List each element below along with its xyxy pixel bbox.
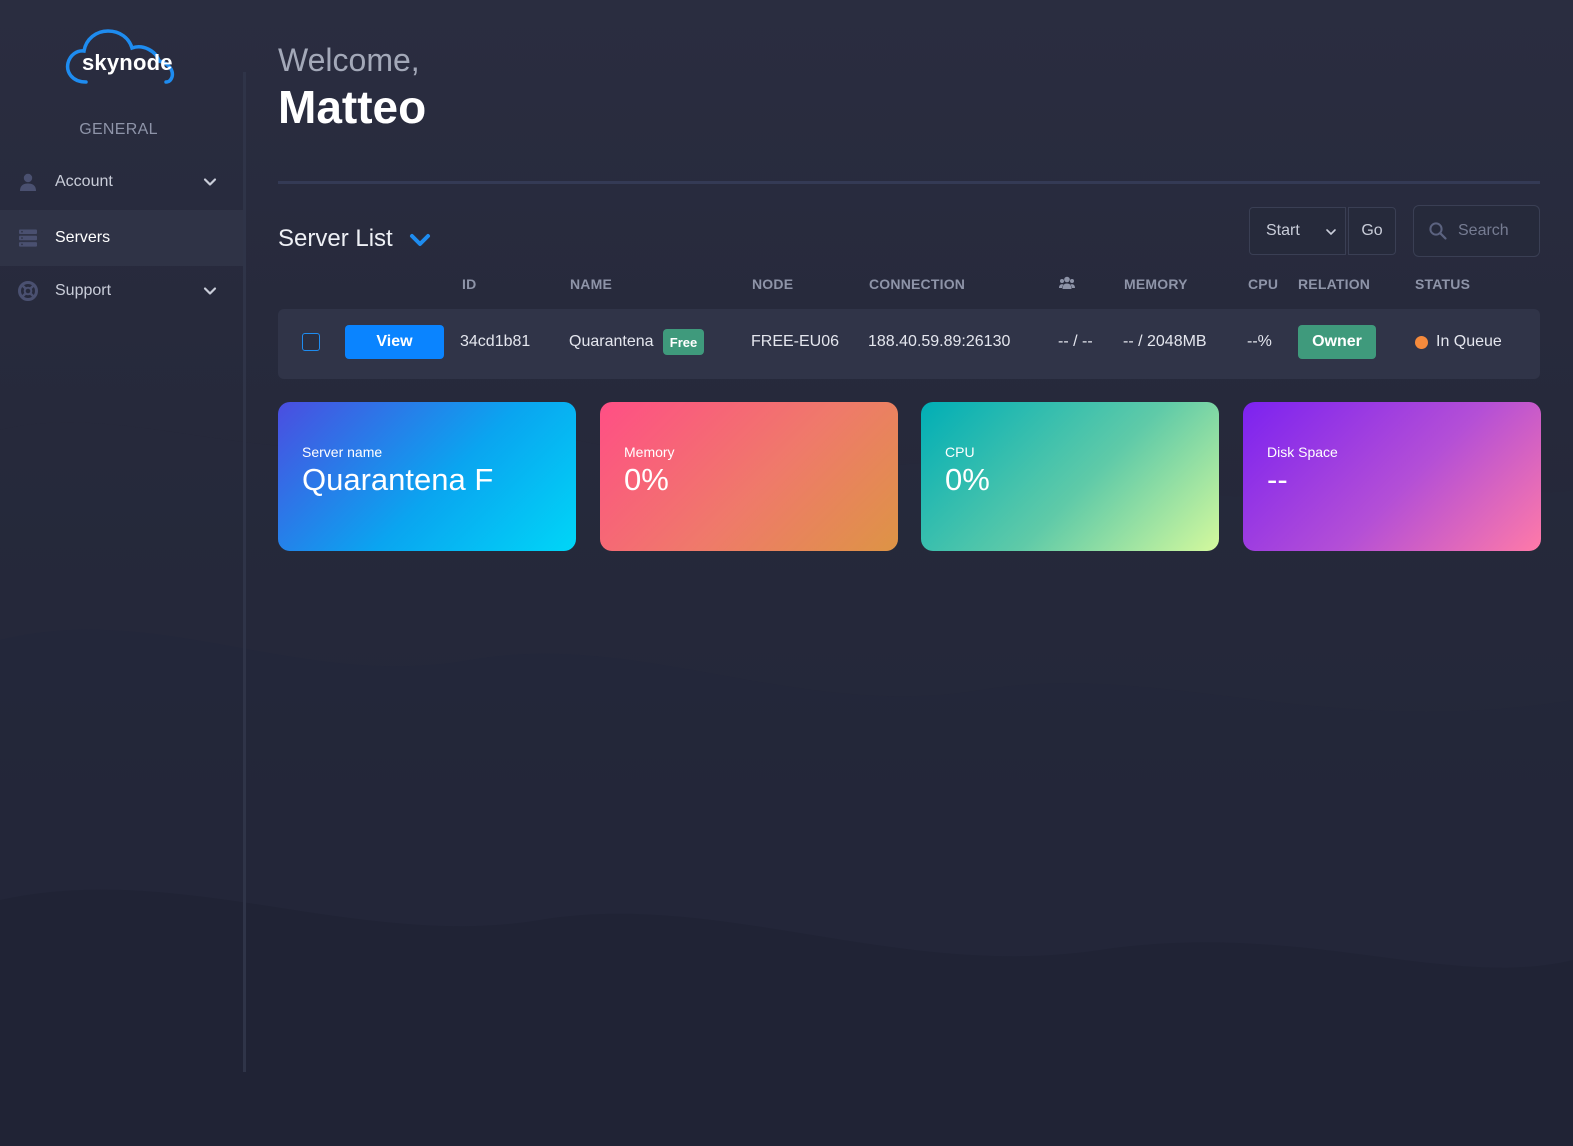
server-name: Quarantena [569,333,654,350]
column-header-cpu: CPU [1248,276,1279,292]
card-label: Memory [624,444,675,460]
view-button[interactable]: View [345,325,444,359]
column-header-relation: RELATION [1298,276,1371,292]
chevron-down-icon [203,178,217,186]
server-memory: -- / 2048MB [1123,333,1207,350]
lifebuoy-icon [18,281,38,301]
server-list-title: Server List [278,225,393,252]
card-value: -- [1267,462,1288,497]
server-node: FREE-EU06 [751,333,840,350]
chevron-down-icon [1326,229,1336,236]
column-header-connection: CONNECTION [869,276,966,292]
main-content: Welcome, Matteo Server List Start Go ID … [278,0,1541,1146]
sidebar-divider [243,72,246,1072]
server-status: In Queue [1436,333,1502,350]
status-dot [1415,336,1428,349]
card-label: Disk Space [1267,444,1338,460]
brand-name: skynode [82,50,173,75]
user-name: Matteo [278,81,427,133]
chevron-down-icon[interactable] [408,229,432,251]
sidebar-item-label: Account [55,173,113,190]
search-box [1413,205,1540,257]
card-label: Server name [302,444,383,460]
sidebar-item-account[interactable]: Account [0,154,246,210]
search-input[interactable] [1458,218,1536,244]
card-value: Quarantena F [302,462,494,497]
chevron-down-icon [203,287,217,295]
action-select[interactable]: Start [1249,207,1346,255]
go-button[interactable]: Go [1348,207,1396,255]
column-header-node: NODE [752,276,794,292]
sidebar-item-label: Support [55,282,112,299]
column-header-id: ID [462,276,477,292]
card-value: 0% [624,462,669,497]
server-players: -- / -- [1058,333,1093,350]
action-select-value: Start [1266,222,1300,239]
column-header-memory: MEMORY [1124,276,1188,292]
server-id: 34cd1b81 [460,333,531,350]
sidebar-section-label: GENERAL [79,121,158,138]
tier-badge: Free [663,329,704,355]
card-disk-space: Disk Space -- [1243,402,1541,551]
header-divider [278,181,1540,184]
card-value: 0% [945,462,990,497]
card-label: CPU [945,444,975,460]
sidebar: skynode GENERAL Account Servers Support [0,0,247,1146]
users-icon [1059,276,1075,289]
table-row: View 34cd1b81 Quarantena Free FREE-EU06 … [278,309,1540,379]
servers-icon [19,229,37,247]
card-server-name: Server name Quarantena F [278,402,576,551]
sidebar-item-servers[interactable]: Servers [0,210,246,266]
welcome-text: Welcome, [278,42,420,78]
sidebar-item-support[interactable]: Support [0,263,246,319]
sidebar-item-label: Servers [55,229,111,246]
column-header-status: STATUS [1415,276,1471,292]
server-connection: 188.40.59.89:26130 [868,333,1011,350]
search-icon [1429,222,1447,240]
user-icon [20,173,36,191]
server-cpu: --% [1247,333,1272,350]
relation-badge: Owner [1298,325,1376,359]
card-cpu: CPU 0% [921,402,1219,551]
row-checkbox[interactable] [302,333,320,351]
card-memory: Memory 0% [600,402,898,551]
column-header-name: NAME [570,276,613,292]
